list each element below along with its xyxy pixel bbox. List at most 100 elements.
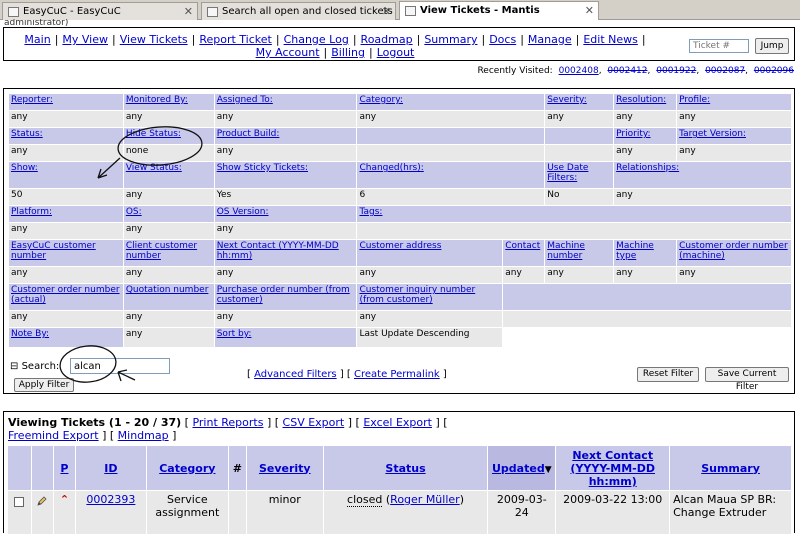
filter-value: any [122,310,215,328]
menu-my-account[interactable]: My Account [256,46,320,59]
menu-main[interactable]: Main [24,33,50,46]
filter-sticky[interactable]: Show Sticky Tickets: [217,163,308,173]
filter-value: any [502,266,546,284]
filter-hide-status[interactable]: Hide Status: [126,129,181,139]
filter-value: any [613,144,678,162]
filter-product-build[interactable]: Product Build: [217,129,280,139]
filter-value: none [122,144,215,162]
filter-platform[interactable]: Platform: [11,207,52,217]
filter-customer-order-actual[interactable]: Customer order number (actual) [11,285,120,305]
browser-tab-search[interactable]: Search all open and closed tickets w... … [201,2,396,20]
table-header-row: P ID Category # Severity Status Updated▼… [7,445,792,491]
column-severity[interactable]: Severity [245,445,324,491]
menu-logout[interactable]: Logout [377,46,415,59]
column-category[interactable]: Category [145,445,229,491]
filter-contact[interactable]: Contact [505,241,540,251]
column-priority[interactable]: P [52,445,76,491]
filter-value: any [122,327,215,348]
menu-roadmap[interactable]: Roadmap [361,33,413,46]
browser-tab-easycuc[interactable]: EasyCuC - EasyCuC ✕ [2,2,198,20]
filter-show[interactable]: Show: [11,163,38,173]
filter-customer-order-machine[interactable]: Customer order number (machine) [679,241,788,261]
recent-ticket-link[interactable]: 0002096 [754,66,794,76]
filter-target-version[interactable]: Target Version: [679,129,746,139]
column-status[interactable]: Status [322,445,489,491]
menu-summary[interactable]: Summary [424,33,477,46]
menu-billing[interactable]: Billing [331,46,365,59]
filter-monitored-by[interactable]: Monitored By: [126,95,188,105]
menu-change-log[interactable]: Change Log [284,33,349,46]
filter-value: any [122,222,215,240]
filter-customer-address[interactable]: Customer address [359,241,441,251]
filter-table: Reporter: Monitored By: Assigned To: Cat… [8,93,792,348]
filter-changed-hrs[interactable]: Changed(hrs): [359,163,423,173]
advanced-filters-link[interactable]: Advanced Filters [254,369,337,380]
filter-profile[interactable]: Profile: [679,95,710,105]
filter-customer-inquiry[interactable]: Customer inquiry number (from customer) [359,285,475,305]
filter-machine-number[interactable]: Machine number [547,241,585,261]
filter-reporter[interactable]: Reporter: [11,95,53,105]
filter-relationships[interactable]: Relationships: [616,163,679,173]
save-current-filter-button[interactable]: Save Current Filter [705,367,789,392]
menu-my-view[interactable]: My View [62,33,108,46]
filter-os-version[interactable]: OS Version: [217,207,269,217]
ticket-jump-input[interactable] [689,39,749,53]
column-summary[interactable]: Summary [669,445,792,491]
filter-use-date[interactable]: Use Date Filters: [547,163,588,183]
filter-category[interactable]: Category: [359,95,403,105]
ticket-id-link[interactable]: 0002393 [86,493,135,506]
filter-value: any [613,266,678,284]
row-checkbox[interactable] [14,497,25,507]
create-permalink-link[interactable]: Create Permalink [354,369,440,380]
filter-easycuc-customer-number[interactable]: EasyCuC customer number [11,241,96,261]
mindmap-link[interactable]: Mindmap [118,429,169,442]
menu-docs[interactable]: Docs [489,33,516,46]
column-next-contact[interactable]: Next Contact (YYYY-MM-DD hh:mm) [555,445,671,491]
recently-visited: Recently Visited: 0002408, 0002412, 0001… [477,66,794,76]
close-icon[interactable]: ✕ [585,4,594,17]
close-icon[interactable]: ✕ [184,5,193,18]
filter-priority[interactable]: Priority: [616,129,650,139]
filter-purchase-order[interactable]: Purchase order number (from customer) [217,285,350,305]
filter-next-contact[interactable]: Next Contact (YYYY-MM-DD hh:mm) [217,241,339,261]
reset-filter-button[interactable]: Reset Filter [637,367,699,382]
recent-ticket-link[interactable]: 0001922 [656,66,696,76]
print-reports-link[interactable]: Print Reports [192,416,263,429]
column-updated[interactable]: Updated▼ [487,445,557,491]
collapse-icon[interactable]: ⊟ [10,361,18,372]
column-id[interactable]: ID [74,445,147,491]
filter-sort-by[interactable]: Sort by: [217,329,252,339]
apply-filter-button[interactable]: Apply Filter [14,378,74,392]
pencil-icon[interactable] [36,495,48,507]
menu-report-ticket[interactable]: Report Ticket [199,33,272,46]
search-input[interactable] [70,358,170,374]
menu-view-tickets[interactable]: View Tickets [120,33,188,46]
filter-quotation-number[interactable]: Quotation number [126,285,209,295]
close-icon[interactable]: ✕ [382,5,391,18]
browser-tab-view-tickets[interactable]: View Tickets - Mantis ✕ [399,1,599,20]
excel-export-link[interactable]: Excel Export [363,416,432,429]
filter-status[interactable]: Status: [11,129,43,139]
recent-ticket-link[interactable]: 0002087 [705,66,745,76]
filter-machine-type[interactable]: Machine type [616,241,654,261]
recent-ticket-link[interactable]: 0002408 [559,66,599,76]
filter-resolution[interactable]: Resolution: [616,95,666,105]
filter-note-by[interactable]: Note By: [11,329,49,339]
filter-value: 50 [8,188,124,206]
freemind-export-link[interactable]: Freemind Export [8,429,99,442]
filter-tags[interactable]: Tags: [359,207,382,217]
menu-edit-news[interactable]: Edit News [583,33,638,46]
recent-ticket-link[interactable]: 0002412 [607,66,647,76]
filter-os[interactable]: OS: [126,207,142,217]
jump-button[interactable]: Jump [755,38,789,54]
menu-manage[interactable]: Manage [528,33,572,46]
filter-value: No [544,188,615,206]
filter-client-customer-number[interactable]: Client customer number [126,241,197,261]
filter-view-status[interactable]: View Status: [126,163,182,173]
filter-assigned-to[interactable]: Assigned To: [217,95,273,105]
csv-export-link[interactable]: CSV Export [283,416,345,429]
search-label: Search: [21,361,60,372]
filter-value: any [676,266,792,284]
filter-severity[interactable]: Severity: [547,95,587,105]
handler-link[interactable]: Roger Müller [390,493,460,506]
